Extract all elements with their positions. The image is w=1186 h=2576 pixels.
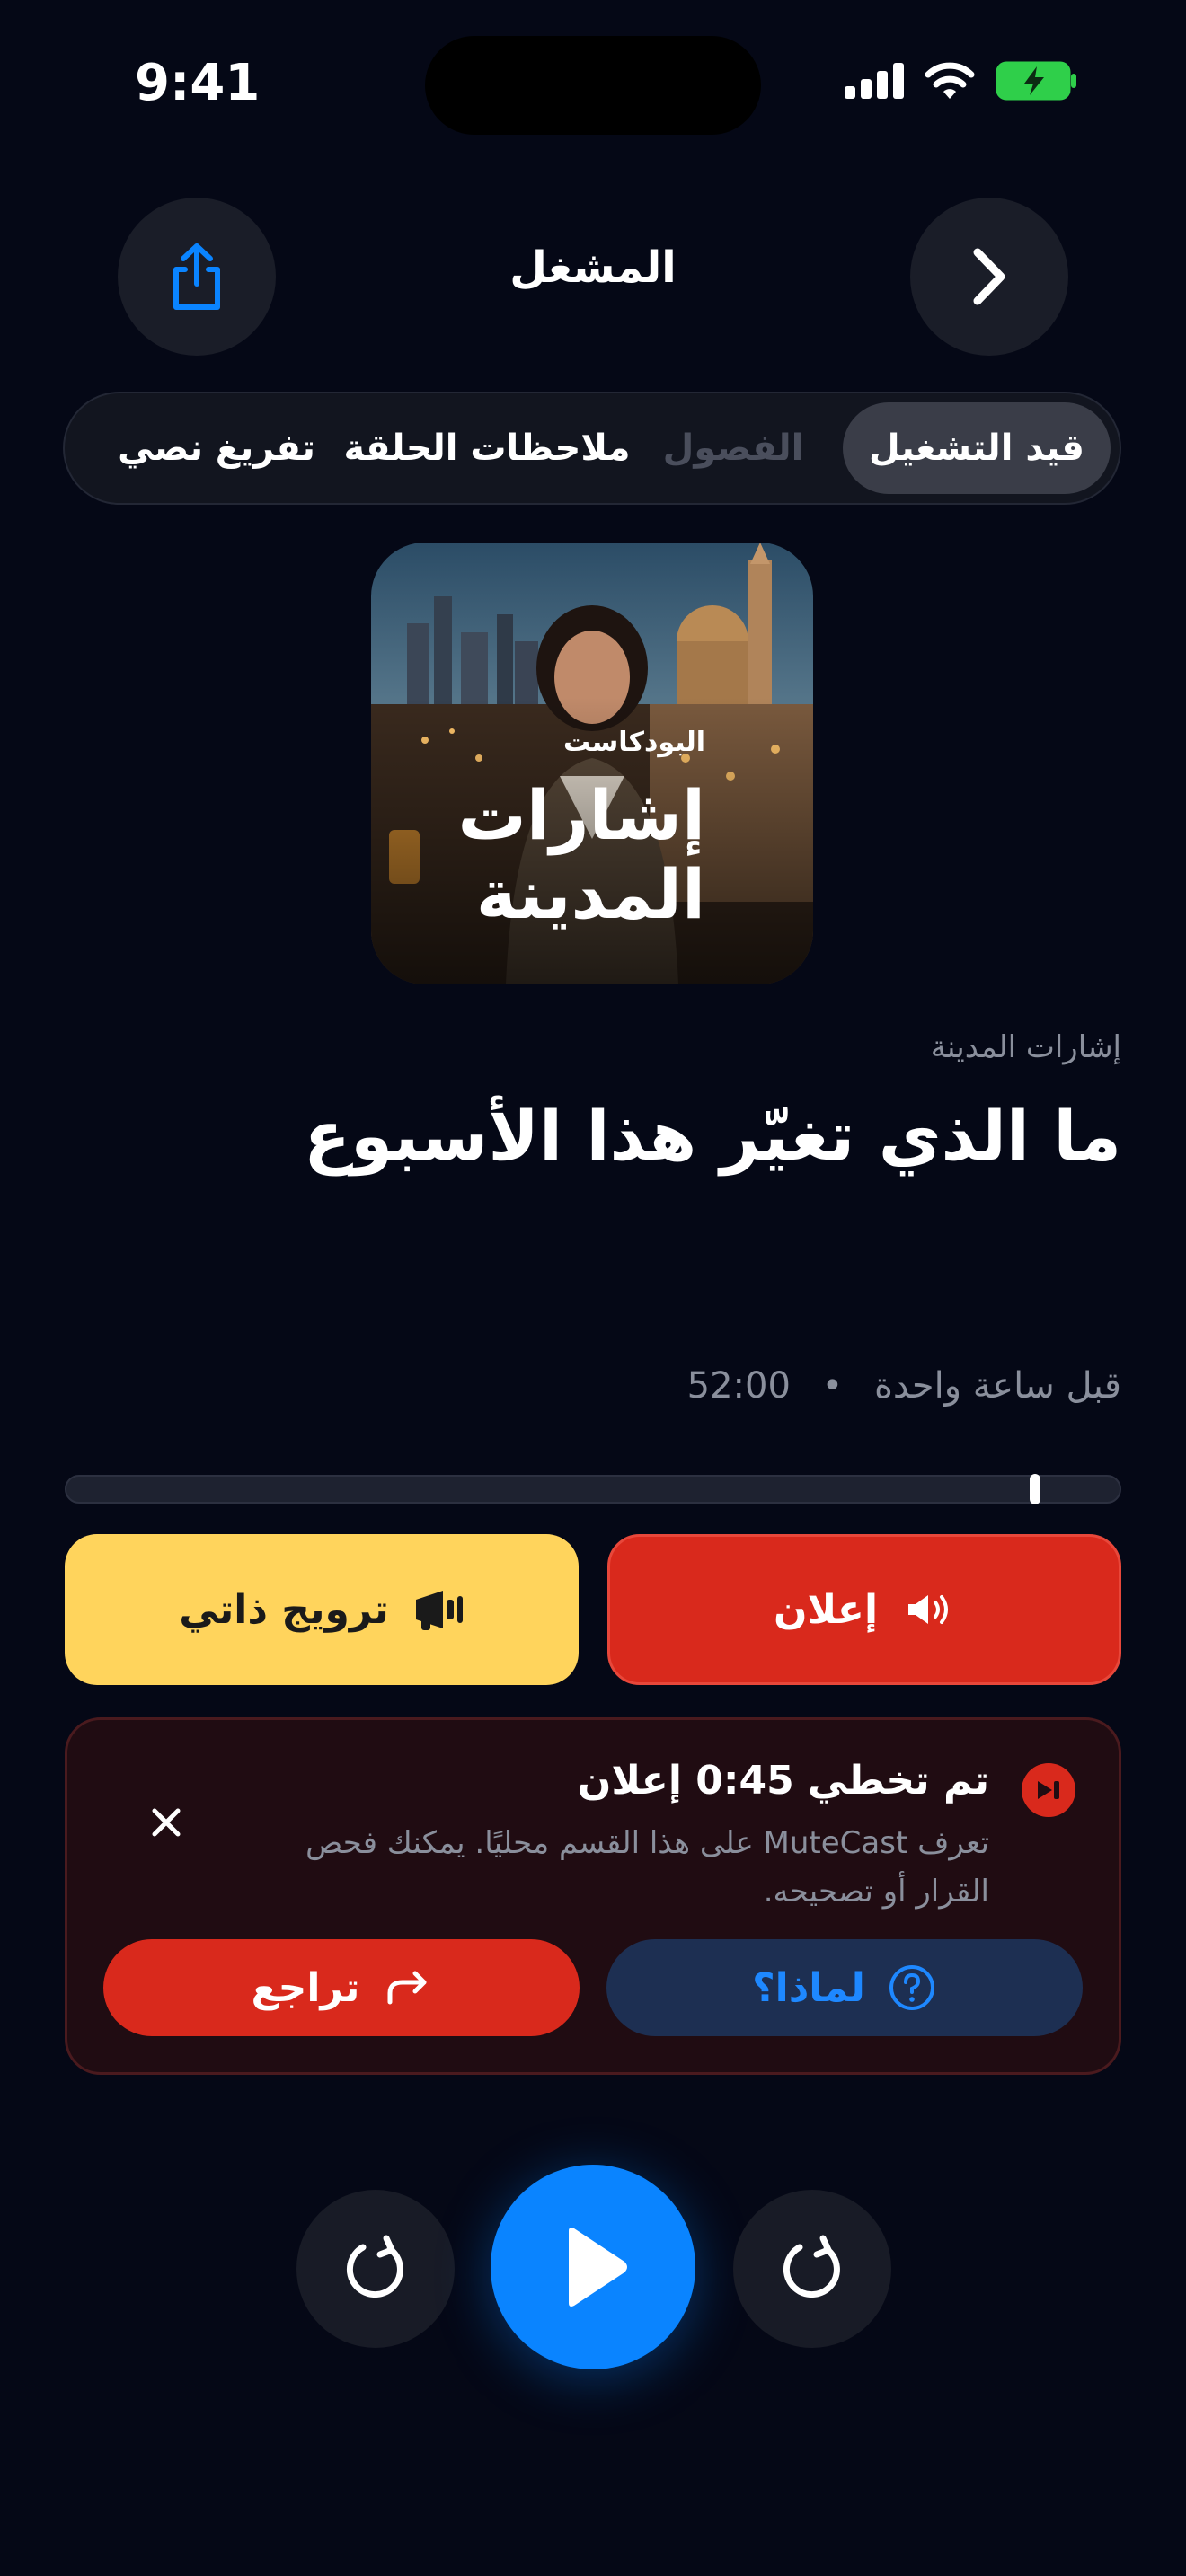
skip-forward-button[interactable] xyxy=(733,2190,891,2348)
skip-notice-title: تم تخطي 0:45 إعلان xyxy=(577,1758,989,1804)
artwork-title: إشارات المدينة xyxy=(457,775,706,934)
status-icons xyxy=(845,61,1078,101)
rotate-forward-icon xyxy=(783,2235,840,2298)
undo-label: تراجع xyxy=(251,1964,360,2011)
chevron-right-icon xyxy=(973,248,1005,305)
promo-segment-button[interactable]: ترويج ذاتي xyxy=(65,1534,579,1685)
artwork-label: البودكاست xyxy=(563,727,705,758)
progress-thumb[interactable] xyxy=(1030,1474,1040,1504)
podcast-artwork: البودكاست إشارات المدينة xyxy=(371,543,813,984)
tab-episode-notes[interactable]: ملاحظات الحلقة xyxy=(343,393,631,503)
dynamic-island xyxy=(425,36,761,135)
skip-notice-card: تم تخطي 0:45 إعلان تعرف MuteCast على هذا… xyxy=(65,1717,1121,2075)
question-circle-icon xyxy=(889,1965,934,2010)
signal-icon xyxy=(845,63,904,99)
ad-segment-button[interactable]: إعلان xyxy=(607,1534,1121,1685)
wifi-icon xyxy=(925,62,975,99)
share-button[interactable] xyxy=(118,198,276,356)
undo-button[interactable]: تراجع xyxy=(103,1939,580,2036)
why-button[interactable]: لماذا؟ xyxy=(606,1939,1083,2036)
rotate-back-icon xyxy=(346,2235,403,2298)
tab-chapters[interactable]: الفصول xyxy=(645,393,821,503)
play-button[interactable] xyxy=(491,2165,695,2369)
skip-notice-description: تعرف MuteCast على هذا القسم محليًا. يمكن… xyxy=(305,1825,989,1910)
tab-bar: قيد التشغيل الفصول ملاحظات الحلقة تفريغ … xyxy=(63,392,1121,505)
close-button[interactable] xyxy=(139,1795,193,1849)
page-title: المشغل xyxy=(509,243,677,293)
episode-meta: قبل ساعة واحدة • 52:00 xyxy=(687,1365,1121,1407)
back-button[interactable] xyxy=(910,198,1068,356)
status-time: 9:41 xyxy=(135,54,261,112)
ad-segment-label: إعلان xyxy=(773,1586,879,1633)
progress-track[interactable] xyxy=(65,1474,1121,1504)
skip-back-button[interactable] xyxy=(296,2190,455,2348)
undo-arrow-icon xyxy=(387,1971,427,2005)
play-icon xyxy=(569,2228,627,2307)
speaker-icon xyxy=(908,1595,949,1624)
battery-charging-icon xyxy=(996,61,1076,101)
tab-now-playing[interactable]: قيد التشغيل xyxy=(843,402,1111,494)
episode-title: ما الذي تغيّر هذا الأسبوع xyxy=(304,1096,1121,1176)
promo-segment-label: ترويج ذاتي xyxy=(179,1586,389,1633)
show-name[interactable]: إشارات المدينة xyxy=(931,1029,1121,1065)
share-icon xyxy=(173,243,220,310)
episode-duration: 52:00 xyxy=(686,1365,791,1407)
skip-forward-icon xyxy=(1022,1763,1075,1817)
megaphone-icon xyxy=(415,1591,463,1630)
meta-separator: • xyxy=(821,1365,844,1407)
why-label: لماذا؟ xyxy=(752,1964,865,2011)
close-icon xyxy=(152,1808,181,1837)
tab-transcript[interactable]: تفريغ نصي xyxy=(102,393,331,503)
published-time: قبل ساعة واحدة xyxy=(873,1365,1121,1407)
